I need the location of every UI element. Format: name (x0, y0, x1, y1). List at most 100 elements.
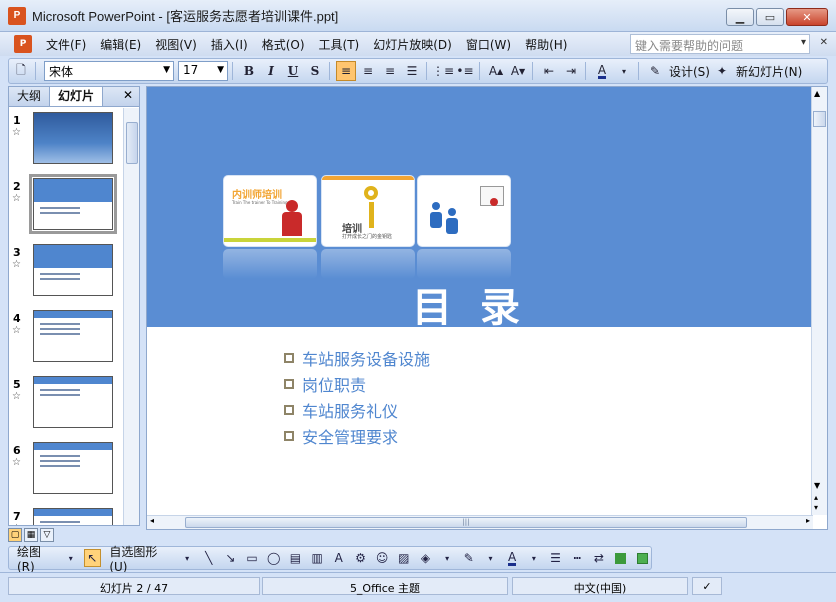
sorter-view-icon[interactable]: ▦ (24, 528, 38, 542)
design-icon[interactable]: ✎ (645, 61, 665, 81)
slideshow-view-icon[interactable]: ▽ (40, 528, 54, 542)
font-name-select[interactable]: 宋体 ▼ (44, 61, 174, 81)
3d-style-icon[interactable] (633, 549, 651, 567)
line-style-icon[interactable]: ☰ (547, 549, 565, 567)
menu-slideshow[interactable]: 幻灯片放映(D) (373, 36, 452, 53)
slide-thumbnail-6[interactable]: 6 ☆ (9, 438, 125, 498)
scrollbar-thumb[interactable]: ||| (185, 517, 747, 528)
powerpoint-icon[interactable]: P (8, 6, 26, 25)
spelling-check-icon[interactable]: ✓ (692, 577, 722, 595)
menu-format[interactable]: 格式(O) (262, 36, 305, 53)
slide-horizontal-scrollbar[interactable]: ◂ ||| ▸ (147, 515, 813, 529)
close-icon[interactable]: ✕ (123, 88, 133, 102)
underline-button[interactable]: U (283, 61, 303, 81)
chevron-down-icon[interactable]: ▾ (178, 549, 196, 567)
slide-thumbnail-1[interactable]: 1 ☆ (9, 108, 125, 168)
vertical-textbox-icon[interactable]: ▥ (308, 549, 326, 567)
oval-icon[interactable]: ◯ (265, 549, 283, 567)
slide-thumbnail-4[interactable]: 4 ☆ (9, 306, 125, 366)
scroll-left-icon[interactable]: ◂ (150, 516, 154, 525)
diagram-icon[interactable]: ⚙ (352, 549, 370, 567)
align-left-icon[interactable]: ≡ (336, 61, 356, 81)
slide-thumbnails: 1 ☆ 2 ☆ 3 ☆ 4 ☆ 5 ☆ 6 ☆ 7 (9, 108, 125, 525)
slide-image-audience[interactable] (417, 175, 511, 247)
pane-tabs: 大纲 幻灯片 ✕ (9, 87, 139, 107)
clipart-icon[interactable]: ☺ (373, 549, 391, 567)
font-color-icon[interactable]: A (592, 61, 612, 81)
draw-menu-button[interactable]: 绘图(R) (17, 543, 58, 574)
tab-outline[interactable]: 大纲 (9, 87, 49, 106)
slide-bullet-list[interactable]: 车站服务设备设施 岗位职责 车站服务礼仪 安全管理要求 (284, 345, 430, 449)
arrow-icon[interactable]: ↘ (222, 549, 240, 567)
close-button[interactable]: ✕ (786, 8, 828, 26)
slide-thumbnail-2[interactable]: 2 ☆ (9, 174, 125, 234)
tab-slides[interactable]: 幻灯片 (49, 87, 104, 106)
slide-image-key[interactable]: 培训 打开成长之门的金钥匙 (321, 175, 415, 247)
new-slide-button[interactable]: 新幻灯片(N) (736, 63, 802, 80)
thumbnail-scrollbar[interactable] (123, 108, 139, 525)
chevron-down-icon[interactable]: ▾ (438, 549, 456, 567)
numbered-list-icon[interactable]: ⋮≡ (432, 61, 454, 81)
line-icon[interactable]: ╲ (200, 549, 218, 567)
chevron-down-icon[interactable]: ▾ (525, 549, 543, 567)
fill-color-icon[interactable]: ◈ (417, 549, 435, 567)
slide-thumbnail-3[interactable]: 3 ☆ (9, 240, 125, 300)
align-right-icon[interactable]: ≡ (380, 61, 400, 81)
justify-icon[interactable]: ☰ (402, 61, 422, 81)
shadow-style-icon[interactable] (612, 549, 630, 567)
thumbnail-number: 6 (13, 444, 21, 457)
menu-edit[interactable]: 编辑(E) (100, 36, 141, 53)
minimize-button[interactable]: ▁ (726, 8, 754, 26)
picture-icon[interactable]: ▨ (395, 549, 413, 567)
menu-insert[interactable]: 插入(I) (211, 36, 248, 53)
current-slide[interactable]: 内训师培训 Train The trainer To Training 培训 打… (147, 87, 813, 515)
chevron-down-icon[interactable]: ▾ (482, 549, 500, 567)
scroll-down-icon[interactable]: ▼ (814, 481, 820, 490)
menu-tools[interactable]: 工具(T) (319, 36, 360, 53)
chevron-down-icon[interactable]: ▾ (614, 61, 634, 81)
bullet-list-icon[interactable]: •≡ (455, 61, 475, 81)
wordart-icon[interactable]: A (330, 549, 348, 567)
help-search-input[interactable]: 键入需要帮助的问题 (630, 34, 810, 54)
decrease-font-icon[interactable]: A ▼ (508, 61, 528, 81)
decrease-indent-icon[interactable]: ⇤ (539, 61, 559, 81)
maximize-button[interactable]: ▭ (756, 8, 784, 26)
document-icon[interactable]: P (14, 35, 32, 53)
design-button[interactable]: 设计(S) (669, 63, 710, 80)
menu-window[interactable]: 窗口(W) (466, 36, 511, 53)
next-slide-icon[interactable]: ▾ (814, 503, 818, 512)
slide-thumbnail-7[interactable]: 7 ☆ (9, 504, 125, 525)
select-pointer-icon[interactable]: ↖ (83, 549, 102, 567)
line-color-icon[interactable]: ✎ (460, 549, 478, 567)
new-document-icon[interactable]: 🗋 (11, 61, 31, 81)
chevron-down-icon[interactable]: ▾ (62, 549, 80, 567)
normal-view-icon[interactable]: ▢ (8, 528, 22, 542)
increase-font-icon[interactable]: A ▲ (486, 61, 506, 81)
font-color-icon[interactable]: A (503, 549, 521, 567)
autoshapes-button[interactable]: 自选图形(U) (109, 543, 174, 574)
new-slide-icon[interactable]: ✦ (712, 61, 732, 81)
slide-image-trainer[interactable]: 内训师培训 Train The trainer To Training (223, 175, 317, 247)
help-dropdown-icon[interactable]: ▾ (801, 37, 806, 48)
bold-button[interactable]: B (239, 61, 259, 81)
align-center-icon[interactable]: ≡ (358, 61, 378, 81)
scroll-up-icon[interactable]: ▲ (814, 89, 820, 98)
shadow-button[interactable]: S (305, 61, 325, 81)
scrollbar-thumb[interactable] (126, 122, 138, 164)
previous-slide-icon[interactable]: ▴ (814, 493, 818, 502)
menu-view[interactable]: 视图(V) (155, 36, 197, 53)
scrollbar-thumb[interactable] (813, 111, 826, 127)
slide-vertical-scrollbar[interactable]: ▲ ▼ ▴ ▾ (811, 87, 827, 515)
rectangle-icon[interactable]: ▭ (243, 549, 261, 567)
arrow-style-icon[interactable]: ⇄ (590, 549, 608, 567)
slide-thumbnail-5[interactable]: 5 ☆ (9, 372, 125, 432)
menu-file[interactable]: 文件(F) (46, 36, 86, 53)
dash-style-icon[interactable]: ┅ (568, 549, 586, 567)
scroll-right-icon[interactable]: ▸ (806, 516, 810, 525)
increase-indent-icon[interactable]: ⇥ (561, 61, 581, 81)
italic-button[interactable]: I (261, 61, 281, 81)
textbox-icon[interactable]: ▤ (287, 549, 305, 567)
menu-help[interactable]: 帮助(H) (525, 36, 567, 53)
font-size-select[interactable]: 17 ▼ (178, 61, 228, 81)
document-close-icon[interactable]: ✕ (820, 37, 828, 48)
